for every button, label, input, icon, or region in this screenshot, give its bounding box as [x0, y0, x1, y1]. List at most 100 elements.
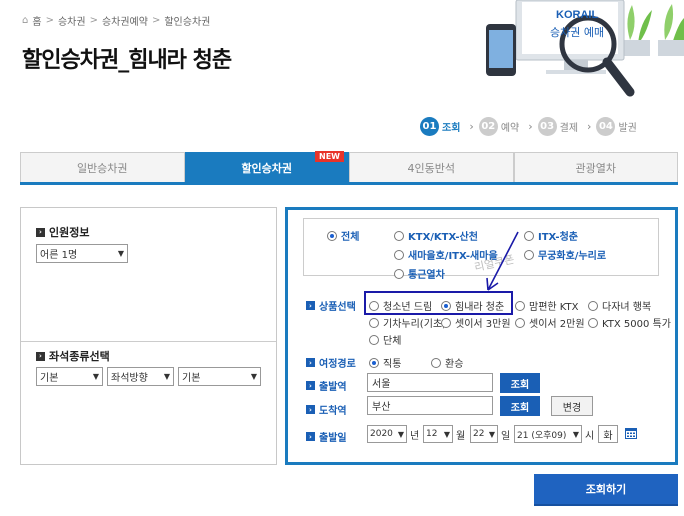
breadcrumb-discount[interactable]: 할인승차권	[164, 13, 210, 28]
arrival-label: › 도착역	[306, 402, 347, 417]
radio-icon	[515, 300, 525, 311]
hour-select[interactable]: 21 (오후09) ▼	[514, 425, 582, 443]
train-type-label: 무궁화호/누리로	[538, 251, 607, 262]
train-type-mugunghwa[interactable]: 무궁화호/누리로	[524, 247, 606, 262]
product-multi-child[interactable]: 다자녀 행복	[588, 298, 651, 313]
tab-four-seat[interactable]: 4인동반석	[349, 152, 514, 182]
train-type-label: 전체	[341, 232, 360, 243]
chevron-down-icon: ▼	[572, 429, 579, 439]
route-transfer[interactable]: 환승	[431, 355, 463, 370]
route-option-label: 직통	[383, 359, 402, 370]
divider	[21, 341, 276, 342]
radio-icon	[394, 230, 404, 241]
train-type-label: ITX-청춘	[538, 232, 578, 243]
chevron-down-icon: ▼	[163, 372, 170, 381]
ticket-tabs: 일반승차권 할인승차권 NEW 4인동반석 관광열차	[20, 151, 678, 185]
date-label-text: 출발일	[319, 433, 347, 444]
passenger-panel: › 인원정보 어른 1명 ▼ › 좌석종류선택 기본 ▼ 좌석방향 ▼ 기본 ▼	[20, 207, 277, 465]
hero-illustration: KORAIL 승차권 예매	[486, 0, 684, 97]
chevron-down-icon: ▼	[397, 429, 404, 439]
tab-label: 일반승차권	[76, 161, 128, 175]
radio-icon	[327, 230, 337, 241]
tab-discount[interactable]: 할인승차권 NEW	[184, 151, 349, 182]
product-option-label: 기차누리(기초)	[383, 319, 447, 330]
train-type-ktx[interactable]: KTX/KTX-산천	[394, 228, 478, 243]
product-group[interactable]: 단체	[369, 332, 401, 347]
seat-direction-select[interactable]: 좌석방향 ▼	[107, 367, 174, 386]
hero-brand: KORAIL	[556, 9, 598, 21]
month-select[interactable]: 12 ▼	[423, 425, 453, 443]
chevron-right-icon: ›	[306, 301, 315, 310]
arrival-search-button[interactable]: 조회	[500, 396, 540, 416]
product-gicha-nuri[interactable]: 기차누리(기초)	[369, 315, 446, 330]
seat-type-value: 기본	[40, 373, 59, 384]
calendar-icon[interactable]	[625, 427, 637, 439]
step-number: 02	[478, 117, 498, 136]
route-label: › 여정경로	[306, 355, 356, 370]
breadcrumb-ticket[interactable]: 승차권	[58, 13, 86, 28]
radio-icon	[588, 317, 598, 328]
breadcrumb-reservation[interactable]: 승차권예약	[102, 13, 148, 28]
chevron-down-icon: ▼	[488, 429, 495, 439]
step-number: 04	[596, 117, 616, 136]
tab-tour-train[interactable]: 관광열차	[513, 152, 678, 182]
radio-icon	[369, 357, 379, 368]
submit-search-button[interactable]: 조회하기	[534, 474, 678, 506]
seat-heading-label: 좌석종류선택	[49, 350, 110, 363]
route-option-label: 환승	[445, 359, 464, 370]
product-three-20k[interactable]: 셋이서 2만원	[515, 315, 585, 330]
chevron-right-icon: ›	[36, 351, 45, 361]
train-type-commuter[interactable]: 통근열차	[394, 266, 445, 281]
seat-position-value: 기본	[182, 373, 201, 384]
tab-label: 4인동반석	[407, 161, 455, 175]
departure-label-text: 출발역	[319, 382, 347, 393]
swap-stations-button[interactable]: 변경	[551, 396, 593, 416]
product-three-30k[interactable]: 셋이서 3만원	[441, 315, 511, 330]
product-comfort-ktx[interactable]: 맘편한 KTX	[515, 298, 579, 313]
product-label-text: 상품선택	[319, 302, 356, 313]
radio-icon	[394, 249, 404, 260]
chevron-right-icon: ›	[306, 405, 315, 414]
departure-input[interactable]: 서울	[367, 373, 493, 392]
step-label: 발권	[618, 123, 637, 134]
radio-icon	[431, 357, 441, 368]
arrival-value: 부산	[372, 402, 391, 413]
tab-label: 할인승차권	[241, 161, 293, 175]
seat-heading: › 좌석종류선택	[36, 348, 110, 364]
hour-unit: 시	[585, 431, 595, 442]
route-direct[interactable]: 직통	[369, 355, 401, 370]
arrival-label-text: 도착역	[319, 406, 347, 417]
progress-steps: 01 조회 › 02 예약 › 03 결제 › 04 발권	[420, 117, 641, 136]
train-type-all[interactable]: 전체	[327, 228, 359, 243]
arrival-input[interactable]: 부산	[367, 396, 493, 415]
day-value: 22	[473, 429, 485, 439]
departure-search-button[interactable]: 조회	[500, 373, 540, 393]
product-ktx-5000[interactable]: KTX 5000 특가	[588, 315, 671, 330]
step-label: 조회	[442, 123, 461, 134]
day-select[interactable]: 22 ▼	[470, 425, 498, 443]
seat-position-select[interactable]: 기본 ▼	[178, 367, 261, 386]
chevron-right-icon: >	[89, 15, 98, 26]
breadcrumb-home[interactable]: 홈	[32, 13, 41, 28]
seat-type-select[interactable]: 기본 ▼	[36, 367, 103, 386]
breadcrumb: ⌂ 홈 > 승차권 > 승차권예약 > 할인승차권	[22, 13, 210, 28]
chevron-right-icon: >	[151, 15, 161, 26]
home-icon[interactable]: ⌂	[22, 15, 28, 26]
step-label: 결제	[559, 123, 579, 134]
radio-icon	[588, 300, 598, 311]
train-type-itx-cheongchun[interactable]: ITX-청춘	[524, 228, 578, 243]
annotation-arrow-icon	[486, 231, 519, 291]
day-unit: 일	[501, 431, 511, 442]
chevron-right-icon: ›	[306, 432, 315, 441]
chevron-right-icon: >	[45, 15, 54, 26]
route-label-text: 여정경로	[319, 359, 356, 370]
year-select[interactable]: 2020 ▼	[367, 425, 407, 443]
passenger-select-value: 어른 1명	[40, 250, 78, 261]
step-label: 예약	[500, 123, 520, 134]
radio-icon	[441, 317, 451, 328]
passenger-select[interactable]: 어른 1명 ▼	[36, 244, 128, 263]
train-type-label: KTX/KTX-산천	[408, 232, 478, 243]
year-unit: 년	[410, 431, 420, 442]
tab-general[interactable]: 일반승차권	[20, 152, 185, 182]
product-option-label: 맘편한 KTX	[529, 302, 579, 313]
